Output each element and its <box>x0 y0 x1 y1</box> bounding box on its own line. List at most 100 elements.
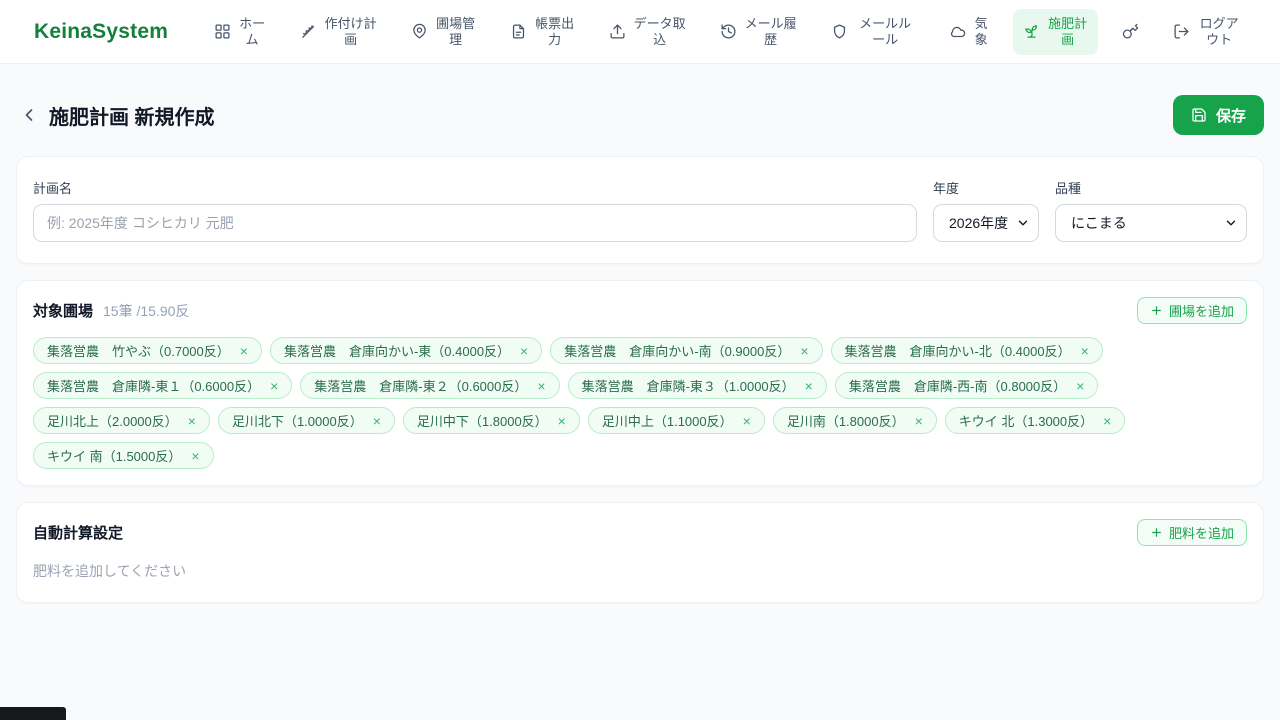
nav-item-logout[interactable]: ログアウト <box>1163 9 1251 55</box>
field-chip: 足川南（1.8000反） × <box>772 407 937 434</box>
chip-remove-button[interactable]: × <box>1103 414 1111 428</box>
plus-icon <box>1150 526 1163 539</box>
page-header: 施肥計画 新規作成 保存 <box>16 95 1264 135</box>
plan-name-label: 計画名 <box>33 181 73 196</box>
field-chip: 集落営農 倉庫隣-西-南（0.8000反） × <box>834 372 1099 399</box>
year-select[interactable]: 2026年度 <box>933 204 1039 242</box>
field-chip-label: キウイ 北（1.3000反） <box>958 414 1094 429</box>
nav-item-mail-history[interactable]: メール履歴 <box>710 9 807 55</box>
nav-item-field-management[interactable]: 圃場管理 <box>401 9 486 55</box>
field-chip: 足川北上（2.0000反） × <box>33 407 210 434</box>
plan-name-field: 計画名 <box>33 178 917 242</box>
chip-remove-button[interactable]: × <box>373 414 381 428</box>
nav-item-label: 施肥計画 <box>1048 15 1088 47</box>
nav-item-label: データ取込 <box>633 15 686 47</box>
logout-icon <box>1173 23 1190 40</box>
nav-item-label: 気象 <box>974 15 988 47</box>
history-icon <box>720 23 737 40</box>
add-fertilizer-button[interactable]: 肥料を追加 <box>1136 519 1247 546</box>
field-chip: 足川中下（1.8000反） × <box>402 407 580 434</box>
page-title: 施肥計画 新規作成 <box>49 106 215 129</box>
chip-remove-button[interactable]: × <box>743 414 751 428</box>
field-chip: 足川中上（1.1000反） × <box>587 407 765 434</box>
field-chip: 足川北下（1.0000反） × <box>217 407 395 434</box>
map-pin-icon <box>411 23 428 40</box>
chip-remove-button[interactable]: × <box>1081 344 1089 358</box>
sprout-icon <box>1023 23 1040 40</box>
save-icon <box>1191 107 1207 123</box>
field-chip-label: 集落営農 倉庫隣-西-南（0.8000反） <box>848 379 1067 394</box>
field-chip-label: 足川北下（1.0000反） <box>231 414 363 429</box>
chip-remove-button[interactable]: × <box>520 344 528 358</box>
key-icon <box>1122 23 1139 40</box>
target-fields-title: 対象圃場 <box>33 303 94 320</box>
field-chip-list: 集落営農 竹やぶ（0.7000反） × 集落営農 倉庫向かい-東（0.4000反… <box>33 337 1247 469</box>
chip-remove-button[interactable]: × <box>537 379 545 393</box>
document-icon <box>510 23 527 40</box>
cloud-icon <box>949 23 966 40</box>
year-label: 年度 <box>933 181 960 196</box>
browser-status-bar <box>0 707 66 720</box>
field-chip-label: 集落営農 倉庫隣-東１（0.6000反） <box>47 379 261 394</box>
chip-remove-button[interactable]: × <box>1076 379 1084 393</box>
auto-calc-title: 自動計算設定 <box>33 525 124 542</box>
field-chip: 集落営農 倉庫向かい-北（0.4000反） × <box>830 337 1103 364</box>
chip-remove-button[interactable]: × <box>558 414 566 428</box>
nav-item-mail-rules[interactable]: メールルール <box>821 9 925 55</box>
plan-form-card: 計画名 年度 2026年度 品種 にこまる <box>16 156 1264 264</box>
chip-remove-button[interactable]: × <box>191 449 199 463</box>
chip-remove-button[interactable]: × <box>240 344 248 358</box>
save-button[interactable]: 保存 <box>1172 95 1264 135</box>
field-chip-label: 集落営農 竹やぶ（0.7000反） <box>47 344 230 359</box>
nav-item-key[interactable] <box>1112 16 1149 47</box>
nav-item-fertilization-plan[interactable]: 施肥計画 <box>1013 8 1099 55</box>
chip-remove-button[interactable]: × <box>800 344 808 358</box>
field-chip-label: 集落営農 倉庫隣-東３（1.0000反） <box>581 379 795 394</box>
field-chip-label: 集落営農 倉庫向かい-北（0.4000反） <box>844 344 1071 359</box>
nav-item-label: 帳票出力 <box>535 15 575 47</box>
home-grid-icon <box>214 23 231 40</box>
field-chip: キウイ 南（1.5000反） × <box>33 442 214 469</box>
chip-remove-button[interactable]: × <box>270 379 278 393</box>
field-chip-label: 足川南（1.8000反） <box>786 414 905 429</box>
nav-item-label: メールルール <box>859 15 912 47</box>
plan-name-input[interactable] <box>33 204 917 242</box>
plus-icon <box>1150 304 1163 317</box>
nav-item-home[interactable]: ホーム <box>204 9 276 55</box>
field-chip-label: キウイ 南（1.5000反） <box>47 449 182 464</box>
nav-item-planting-plan[interactable]: 作付け計画 <box>290 9 387 55</box>
nav-item-label: 圃場管理 <box>436 15 476 47</box>
variety-select[interactable]: にこまる <box>1055 204 1247 242</box>
top-nav: KeinaSystem ホーム 作付け計画 圃場管理 帳票出力 データ取込 メー… <box>0 0 1280 64</box>
chip-remove-button[interactable]: × <box>805 379 813 393</box>
shield-icon <box>831 23 848 40</box>
field-chip: 集落営農 倉庫向かい-南（0.9000反） × <box>550 337 823 364</box>
nav-item-label: ホーム <box>239 15 266 47</box>
variety-field: 品種 にこまる <box>1055 178 1247 242</box>
chip-remove-button[interactable]: × <box>188 414 196 428</box>
field-chip-label: 足川中下（1.8000反） <box>416 414 548 429</box>
field-chip-label: 集落営農 倉庫向かい-東（0.4000反） <box>283 344 511 359</box>
nav-item-weather[interactable]: 気象 <box>939 9 999 55</box>
nav-list: ホーム 作付け計画 圃場管理 帳票出力 データ取込 メール履歴 メールルール 気… <box>204 8 1251 55</box>
nav-item-report-output[interactable]: 帳票出力 <box>500 9 585 55</box>
auto-calc-card: 自動計算設定 肥料を追加 肥料を追加してください <box>16 502 1264 603</box>
field-chip-label: 集落営農 倉庫向かい-南（0.9000反） <box>564 344 791 359</box>
field-chip: 集落営農 倉庫隣-東２（0.6000反） × <box>300 372 560 399</box>
main-content: 施肥計画 新規作成 保存 計画名 年度 2026年度 <box>0 95 1280 603</box>
target-fields-card: 対象圃場 15筆 /15.90反 圃場を追加 集落営農 竹やぶ（0.7000反）… <box>16 280 1264 486</box>
chip-remove-button[interactable]: × <box>915 414 923 428</box>
nav-item-label: ログアウト <box>1199 15 1239 47</box>
field-chip-label: 足川北上（2.0000反） <box>47 414 178 429</box>
nav-item-data-import[interactable]: データ取込 <box>599 9 696 55</box>
back-button[interactable] <box>16 102 42 128</box>
add-field-button[interactable]: 圃場を追加 <box>1136 297 1247 324</box>
field-chip: キウイ 北（1.3000反） × <box>944 407 1126 434</box>
field-chip-label: 集落営農 倉庫隣-東２（0.6000反） <box>314 379 528 394</box>
nav-item-label: メール履歴 <box>744 15 797 47</box>
brand-logo[interactable]: KeinaSystem <box>34 20 168 44</box>
wheat-icon <box>300 23 317 40</box>
fertilizer-empty-hint: 肥料を追加してください <box>33 563 187 579</box>
field-chip-label: 足川中上（1.1000反） <box>601 414 733 429</box>
field-count: 15筆 /15.90反 <box>103 302 190 319</box>
